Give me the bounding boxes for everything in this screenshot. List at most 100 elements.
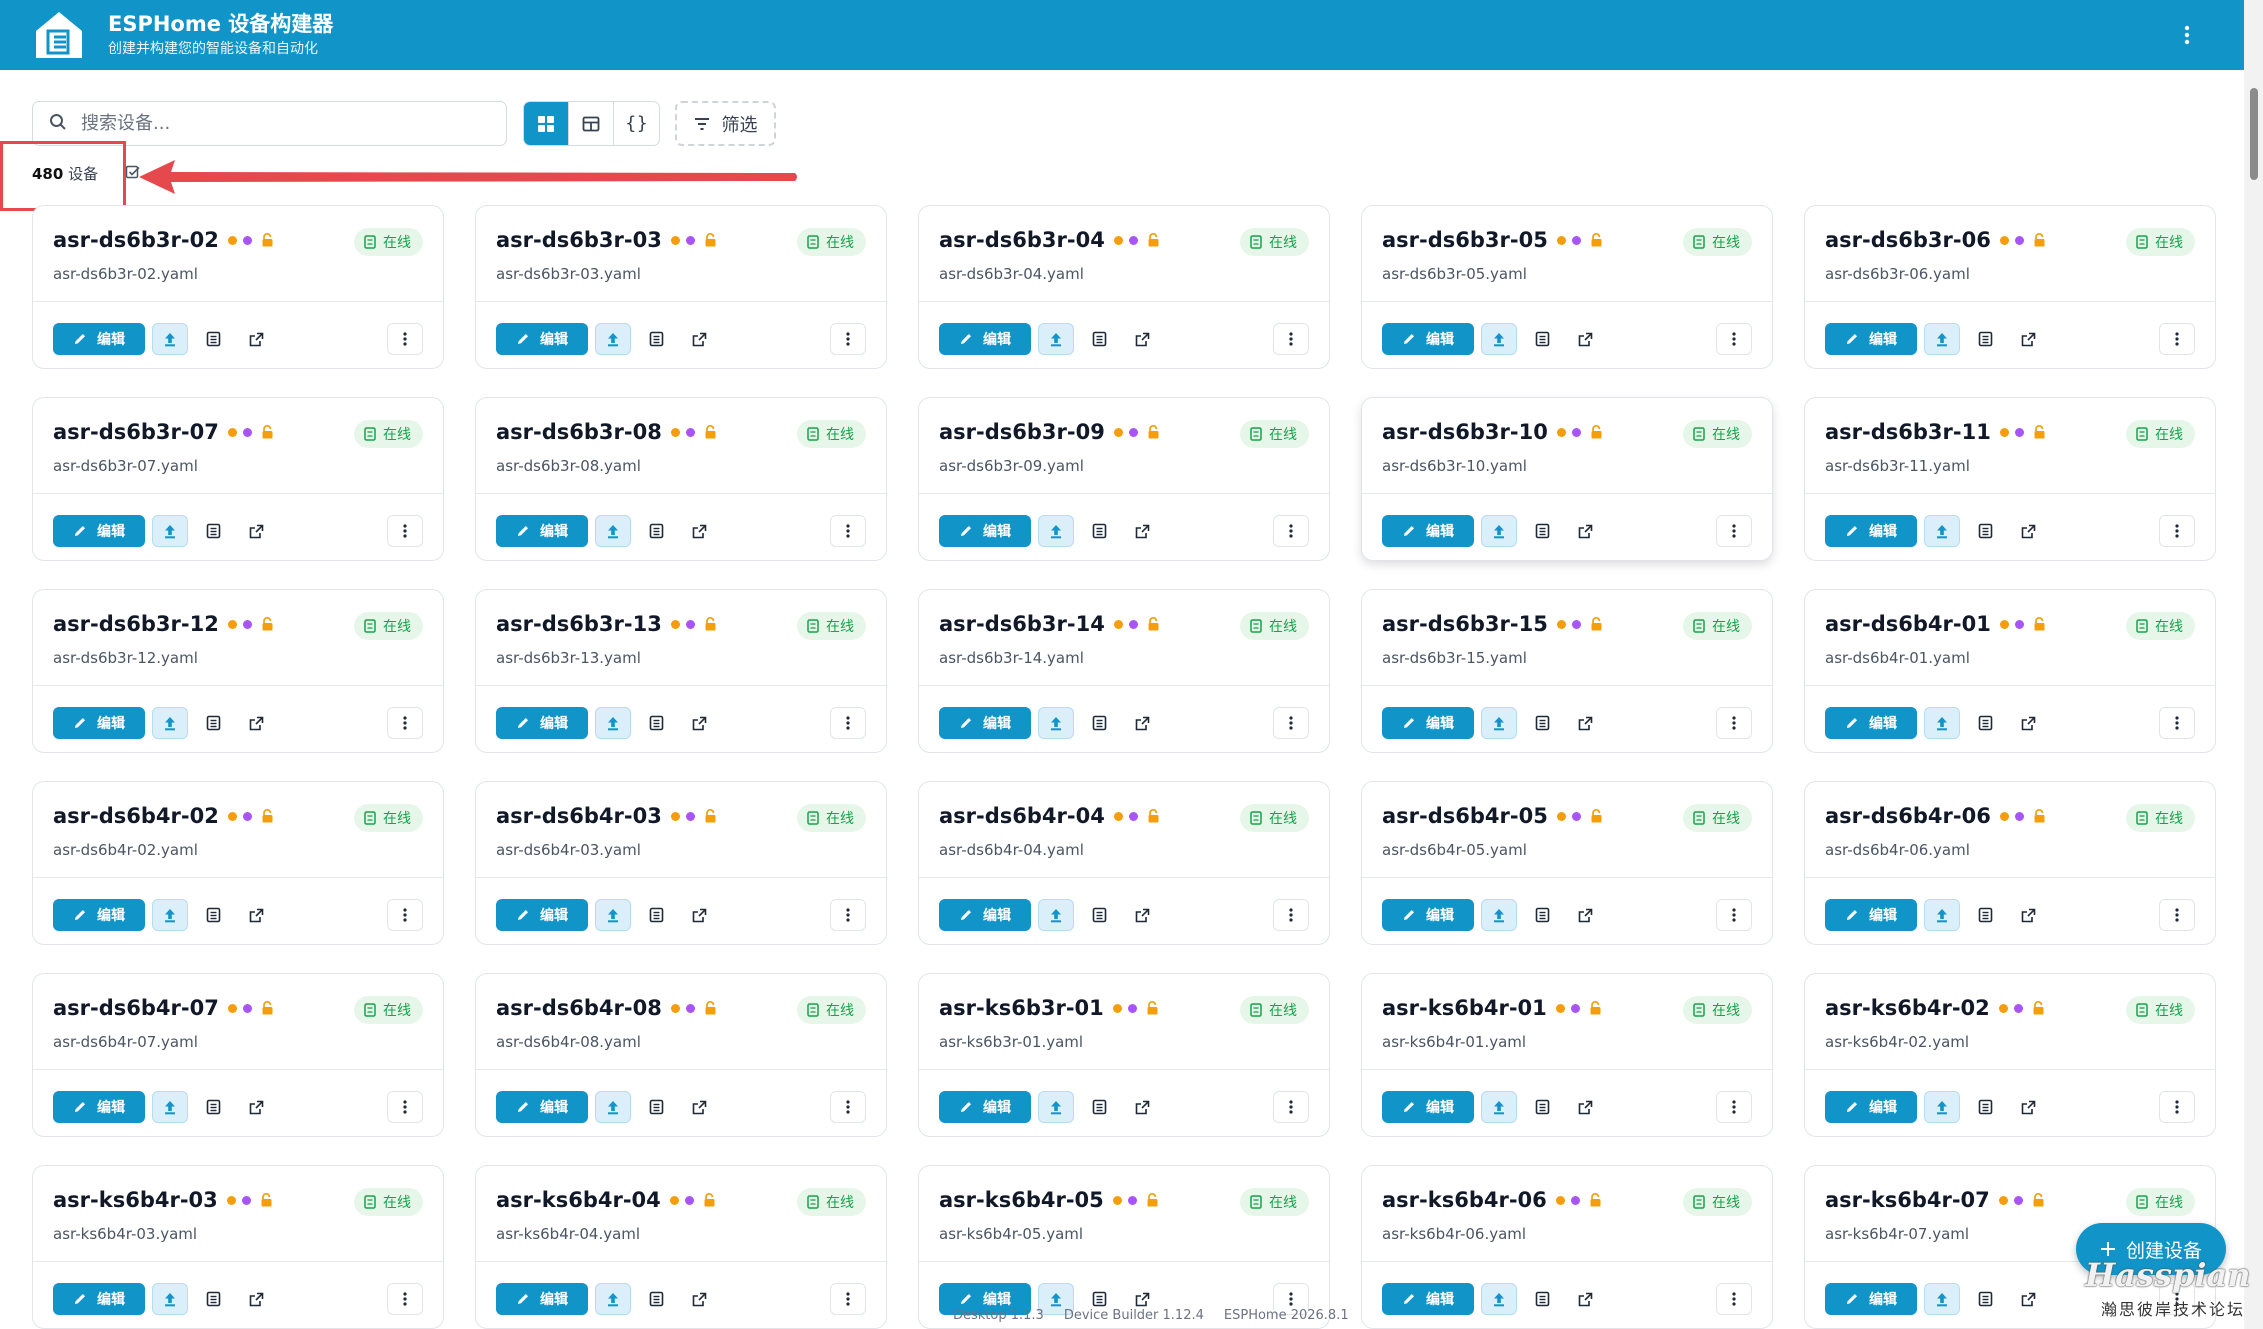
more-vertical-icon[interactable] [2172,20,2202,50]
code-view-button[interactable]: {} [614,102,659,145]
logs-button[interactable] [1967,515,2003,547]
edit-button[interactable]: 编辑 [939,707,1031,739]
card-more-button[interactable] [1716,1091,1752,1123]
edit-button[interactable]: 编辑 [496,515,588,547]
device-name[interactable]: asr-ds6b3r-05 [1382,228,1548,252]
device-card[interactable]: asr-ds6b4r-06 asr-ds6b4r-06.yaml 在线 编辑 [1804,781,2216,945]
edit-button[interactable]: 编辑 [1382,707,1474,739]
search-box[interactable] [32,101,507,146]
device-card[interactable]: asr-ds6b3r-14 asr-ds6b3r-14.yaml 在线 编辑 [918,589,1330,753]
card-more-button[interactable] [1716,1283,1752,1315]
device-card[interactable]: asr-ks6b4r-02 asr-ks6b4r-02.yaml 在线 编辑 [1804,973,2216,1137]
edit-button[interactable]: 编辑 [939,1091,1031,1123]
install-upload-button[interactable] [595,515,631,547]
install-upload-button[interactable] [152,1283,188,1315]
card-more-button[interactable] [1273,899,1309,931]
device-name[interactable]: asr-ds6b3r-11 [1825,420,1991,444]
open-external-button[interactable] [1124,707,1160,739]
device-card[interactable]: asr-ks6b4r-01 asr-ks6b4r-01.yaml 在线 编辑 [1361,973,1773,1137]
card-more-button[interactable] [1716,899,1752,931]
logs-button[interactable] [195,515,231,547]
device-card[interactable]: asr-ds6b4r-04 asr-ds6b4r-04.yaml 在线 编辑 [918,781,1330,945]
open-external-button[interactable] [238,707,274,739]
device-name[interactable]: asr-ds6b4r-02 [53,804,219,828]
open-external-button[interactable] [238,323,274,355]
logs-button[interactable] [638,323,674,355]
card-more-button[interactable] [2159,707,2195,739]
edit-button[interactable]: 编辑 [496,323,588,355]
card-more-button[interactable] [387,1091,423,1123]
open-external-button[interactable] [681,1091,717,1123]
card-more-button[interactable] [1273,323,1309,355]
install-upload-button[interactable] [152,515,188,547]
install-upload-button[interactable] [152,323,188,355]
edit-button[interactable]: 编辑 [1382,515,1474,547]
open-external-button[interactable] [681,899,717,931]
device-name[interactable]: asr-ks6b4r-02 [1825,996,1990,1020]
open-external-button[interactable] [238,899,274,931]
open-external-button[interactable] [238,515,274,547]
logs-button[interactable] [638,1283,674,1315]
install-upload-button[interactable] [1924,707,1960,739]
open-external-button[interactable] [1124,515,1160,547]
install-upload-button[interactable] [1481,707,1517,739]
install-upload-button[interactable] [1924,323,1960,355]
device-card[interactable]: asr-ds6b4r-05 asr-ds6b4r-05.yaml 在线 编辑 [1361,781,1773,945]
logs-button[interactable] [195,899,231,931]
device-name[interactable]: asr-ds6b3r-14 [939,612,1105,636]
edit-button[interactable]: 编辑 [1825,515,1917,547]
edit-button[interactable]: 编辑 [53,323,145,355]
device-name[interactable]: asr-ds6b4r-08 [496,996,662,1020]
device-name[interactable]: asr-ds6b3r-15 [1382,612,1548,636]
logs-button[interactable] [1967,899,2003,931]
device-name[interactable]: asr-ds6b3r-07 [53,420,219,444]
device-card[interactable]: asr-ds6b3r-02 asr-ds6b3r-02.yaml 在线 编辑 [32,205,444,369]
device-name[interactable]: asr-ds6b4r-06 [1825,804,1991,828]
edit-button[interactable]: 编辑 [1382,1283,1474,1315]
edit-button[interactable]: 编辑 [1825,1091,1917,1123]
card-more-button[interactable] [830,323,866,355]
card-more-button[interactable] [387,899,423,931]
open-external-button[interactable] [2010,707,2046,739]
device-card[interactable]: asr-ks6b4r-04 asr-ks6b4r-04.yaml 在线 编辑 [475,1165,887,1329]
open-external-button[interactable] [1567,707,1603,739]
edit-button[interactable]: 编辑 [1825,899,1917,931]
install-upload-button[interactable] [1038,707,1074,739]
edit-button[interactable]: 编辑 [1382,323,1474,355]
filter-button[interactable]: 筛选 [675,101,776,146]
device-name[interactable]: asr-ds6b3r-06 [1825,228,1991,252]
device-name[interactable]: asr-ds6b3r-09 [939,420,1105,444]
open-external-button[interactable] [2010,323,2046,355]
logs-button[interactable] [638,707,674,739]
edit-button[interactable]: 编辑 [939,515,1031,547]
edit-button[interactable]: 编辑 [939,323,1031,355]
device-card[interactable]: asr-ds6b3r-07 asr-ds6b3r-07.yaml 在线 编辑 [32,397,444,561]
device-name[interactable]: asr-ds6b4r-01 [1825,612,1991,636]
device-name[interactable]: asr-ds6b3r-08 [496,420,662,444]
card-more-button[interactable] [1273,515,1309,547]
card-more-button[interactable] [387,707,423,739]
logs-button[interactable] [1524,515,1560,547]
install-upload-button[interactable] [1924,1283,1960,1315]
logs-button[interactable] [195,1091,231,1123]
edit-button[interactable]: 编辑 [53,1091,145,1123]
device-name[interactable]: asr-ks6b3r-01 [939,996,1104,1020]
edit-button[interactable]: 编辑 [496,1091,588,1123]
install-upload-button[interactable] [1481,899,1517,931]
edit-button[interactable]: 编辑 [53,899,145,931]
install-upload-button[interactable] [1481,1283,1517,1315]
install-upload-button[interactable] [1038,323,1074,355]
card-more-button[interactable] [830,899,866,931]
open-external-button[interactable] [681,323,717,355]
install-upload-button[interactable] [595,707,631,739]
card-more-button[interactable] [1273,707,1309,739]
device-card[interactable]: asr-ds6b3r-10 asr-ds6b3r-10.yaml 在线 编辑 [1361,397,1773,561]
device-name[interactable]: asr-ks6b4r-06 [1382,1188,1547,1212]
device-name[interactable]: asr-ds6b3r-13 [496,612,662,636]
logs-button[interactable] [1967,707,2003,739]
edit-button[interactable]: 编辑 [1382,1091,1474,1123]
install-upload-button[interactable] [595,323,631,355]
install-upload-button[interactable] [595,1283,631,1315]
scrollbar-thumb[interactable] [2250,88,2258,180]
edit-button[interactable]: 编辑 [53,1283,145,1315]
